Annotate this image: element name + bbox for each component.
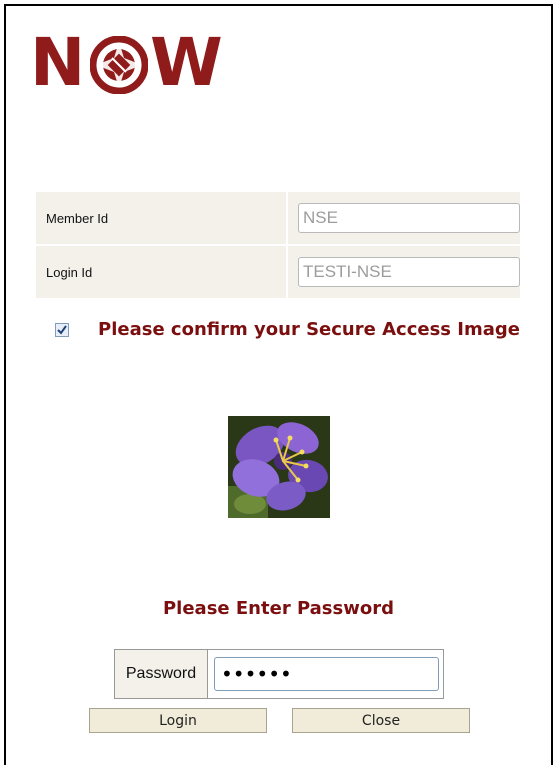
login-id-row: Login Id	[36, 244, 520, 298]
logo-letter-n: N	[30, 24, 85, 101]
checkmark-icon	[57, 325, 67, 335]
member-id-label: Member Id	[36, 192, 287, 245]
login-window: N W Member Id Login Id Please confirm	[4, 4, 553, 765]
close-button[interactable]: Close	[292, 708, 470, 733]
secure-access-flower-image	[228, 416, 330, 518]
password-field[interactable]	[214, 657, 439, 691]
login-id-field[interactable]	[298, 257, 520, 287]
logo-emblem-icon	[90, 36, 148, 94]
credentials-table: Member Id Login Id	[36, 192, 520, 298]
login-button[interactable]: Login	[89, 708, 267, 733]
confirm-image-text: Please confirm your Secure Access Image	[98, 319, 520, 340]
login-id-label: Login Id	[36, 244, 287, 298]
password-label: Password	[115, 650, 208, 698]
password-heading: Please Enter Password	[162, 598, 394, 619]
confirm-image-checkbox[interactable]	[55, 323, 69, 337]
member-id-row: Member Id	[36, 192, 520, 245]
member-id-field[interactable]	[298, 203, 520, 233]
now-logo: N W	[30, 28, 226, 98]
logo-letter-w: W	[150, 24, 223, 101]
password-row: Password	[114, 649, 444, 699]
